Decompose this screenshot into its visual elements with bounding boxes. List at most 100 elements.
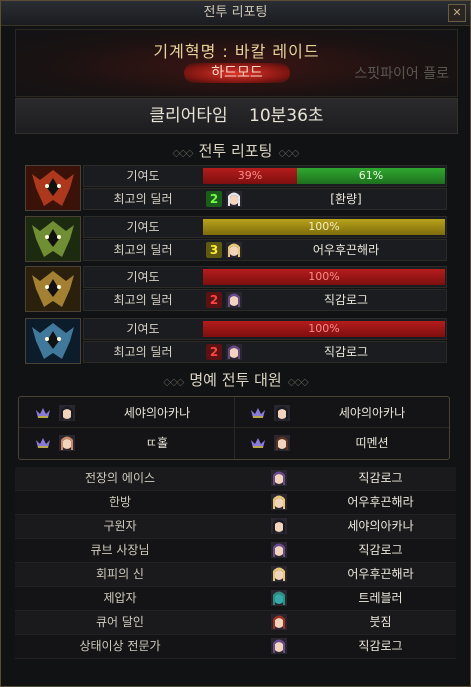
title-bar[interactable]: 전투 리포팅 ✕ <box>1 1 470 26</box>
red-dragon-boss-icon <box>25 165 81 211</box>
raid-header: 기계혁명 : 바칼 레이드 하드모드 스핏파이어 플로 <box>15 29 458 97</box>
top-dealer: 2 [환량] <box>203 189 445 209</box>
award-player-name: 어우후끈해라 <box>347 567 414 581</box>
contribution-row: 기여도 100% <box>83 216 447 238</box>
top-dealer-row: 최고의 딜러 2 [환량] <box>83 188 447 210</box>
boss-report-row: 기여도 100% 최고의 딜러 3 어우후끈해라 <box>25 216 447 262</box>
award-player-name: 어우후끈해라 <box>347 495 414 509</box>
award-title: 큐브 사장님 <box>90 543 150 557</box>
award-player-name: 직감로그 <box>358 471 403 485</box>
award-row[interactable]: 구원자 세야의아카나 <box>15 515 456 539</box>
award-title: 구원자 <box>103 519 137 533</box>
contribution-bar: 100% <box>203 219 445 235</box>
contribution-bar: 100% <box>203 269 445 285</box>
blonde-avatar <box>226 242 242 258</box>
top-dealer-name[interactable]: 직감로그 <box>247 342 445 362</box>
award-row[interactable]: 제압자 트레블러 <box>15 587 456 611</box>
top-dealer-label: 최고의 딜러 <box>113 243 173 257</box>
close-button[interactable]: ✕ <box>448 4 466 22</box>
clear-time-label: 클리어타임 <box>149 106 228 126</box>
red-hair-avatar <box>271 614 287 630</box>
honor-member[interactable]: 세야의아카나 <box>236 399 448 427</box>
blonde-avatar <box>271 566 287 582</box>
award-player-name: 트레블러 <box>358 591 403 605</box>
purple-hair-avatar <box>271 542 287 558</box>
contribution-bar: 100% <box>203 321 445 337</box>
contribution-segment: 100% <box>203 321 445 337</box>
boss-report-row: 기여도 100% 최고의 딜러 2 직감로그 <box>25 318 447 364</box>
top-dealer: 2 직감로그 <box>203 290 445 310</box>
honor-member-name: ㄸ홀 <box>145 436 169 450</box>
award-player-name: 붓짐 <box>369 615 392 629</box>
top-dealer-row: 최고의 딜러 2 직감로그 <box>83 289 447 311</box>
top-dealer-name[interactable]: 어우후끈해라 <box>247 240 445 260</box>
honor-member-name: 세야의아카나 <box>123 406 191 420</box>
honor-member[interactable]: 세야의아카나 <box>21 399 233 427</box>
award-row[interactable]: 상태이상 전문가 직감로그 <box>15 635 456 659</box>
award-row[interactable]: 큐브 사장님 직감로그 <box>15 539 456 563</box>
window-title: 전투 리포팅 <box>203 5 268 20</box>
crown-icon <box>36 408 50 418</box>
boss-report-row: 기여도 100% 최고의 딜러 2 직감로그 <box>25 266 447 312</box>
contribution-row: 기여도 100% <box>83 266 447 288</box>
honor-member-name: 세야의아카나 <box>338 406 406 420</box>
honor-member[interactable]: ㄸ홀 <box>21 429 233 457</box>
contribution-label: 기여도 <box>126 169 160 183</box>
top-dealer: 2 직감로그 <box>203 342 445 362</box>
white-hair-avatar <box>226 191 242 207</box>
award-title: 상태이상 전문가 <box>79 639 161 653</box>
honor-member-name: 띠멘션 <box>355 436 389 450</box>
top-dealer-label: 최고의 딜러 <box>113 345 173 359</box>
blue-dragon-boss-icon <box>25 318 81 364</box>
award-row[interactable]: 한방 어우후끈해라 <box>15 491 456 515</box>
honor-section-header: ◇◇◇ 명예 전투 대원 ◇◇◇ <box>1 369 470 390</box>
green-dragon-boss-icon <box>25 216 81 262</box>
divider <box>234 397 235 459</box>
report-section-title: 전투 리포팅 <box>198 142 273 160</box>
honor-section-title: 명예 전투 대원 <box>189 371 282 389</box>
contribution-bar: 39% 61% <box>203 168 445 184</box>
purple-hair-avatar <box>271 638 287 654</box>
contribution-row: 기여도 39% 61% <box>83 165 447 187</box>
rank-badge: 2 <box>206 292 222 308</box>
rank-badge: 3 <box>206 242 222 258</box>
clear-time-panel: 클리어타임 10분36초 <box>15 98 458 134</box>
crown-icon <box>251 438 265 448</box>
award-title: 전장의 에이스 <box>84 471 156 485</box>
rank-badge: 2 <box>206 191 222 207</box>
purple-hair-avatar <box>226 292 242 308</box>
contribution-segment: 61% <box>297 168 445 184</box>
top-dealer-name[interactable]: 직감로그 <box>247 290 445 310</box>
award-row[interactable]: 전장의 에이스 직감로그 <box>15 467 456 491</box>
crown-icon <box>251 408 265 418</box>
top-dealer: 3 어우후끈해라 <box>203 240 445 260</box>
award-row[interactable]: 회피의 신 어우후끈해라 <box>15 563 456 587</box>
top-dealer-row: 최고의 딜러 2 직감로그 <box>83 341 447 363</box>
contribution-segment: 39% <box>203 168 297 184</box>
boss-stats: 기여도 100% 최고의 딜러 2 직감로그 <box>83 318 447 364</box>
purple-hair-avatar <box>226 344 242 360</box>
contribution-label: 기여도 <box>126 220 160 234</box>
top-dealer-row: 최고의 딜러 3 어우후끈해라 <box>83 239 447 261</box>
top-dealer-name[interactable]: [환량] <box>247 189 445 209</box>
ornament-right-icon: ◇◇◇ <box>287 377 309 388</box>
bald-avatar <box>59 435 75 451</box>
award-row[interactable]: 큐어 달인 붓짐 <box>15 611 456 635</box>
gold-dragon-boss-icon <box>25 266 81 312</box>
honor-member[interactable]: 띠멘션 <box>236 429 448 457</box>
watermark-text: 스핏파이어 플로 <box>354 66 449 82</box>
award-title: 회피의 신 <box>96 567 144 581</box>
ornament-left-icon: ◇◇◇ <box>163 377 184 388</box>
contribution-label: 기여도 <box>126 322 160 336</box>
top-dealer-label: 최고의 딜러 <box>113 192 173 206</box>
difficulty-badge: 하드모드 <box>184 63 290 83</box>
award-title: 한방 <box>108 495 132 509</box>
crown-icon <box>36 438 50 448</box>
report-section-header: ◇◇◇ 전투 리포팅 ◇◇◇ <box>1 140 470 161</box>
boss-stats: 기여도 100% 최고의 딜러 2 직감로그 <box>83 266 447 312</box>
contribution-segment: 100% <box>203 219 445 235</box>
dark-hair-avatar <box>271 518 287 534</box>
contribution-segment: 100% <box>203 269 445 285</box>
clear-time-value: 10분36초 <box>249 106 324 126</box>
rank-badge: 2 <box>206 344 222 360</box>
